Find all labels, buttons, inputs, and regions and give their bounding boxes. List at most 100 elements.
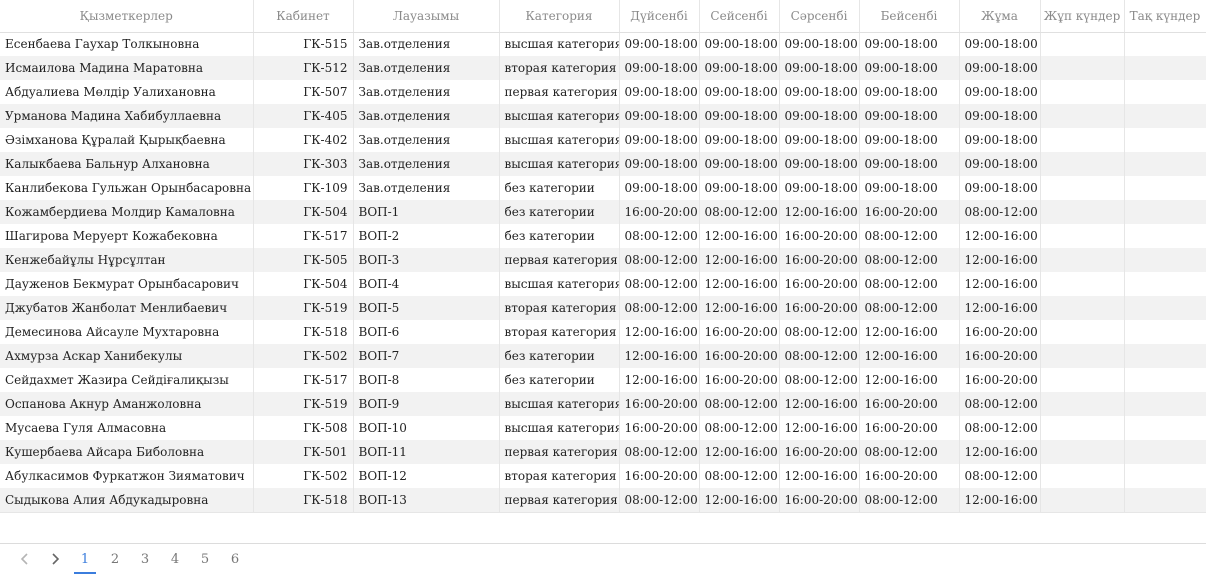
- table-row[interactable]: Урманова Мадина Хабибуллаевна ГК-405 Зав.о…: [0, 104, 1206, 128]
- table-cell: 09:00-18:00: [859, 128, 960, 152]
- table-cell: [1040, 320, 1125, 344]
- table-cell: 08:00-12:00: [619, 296, 700, 320]
- column-header[interactable]: Жұма: [959, 0, 1041, 33]
- column-header[interactable]: Кабинет: [253, 0, 354, 33]
- table-cell: 09:00-18:00: [619, 128, 700, 152]
- prev-page-button[interactable]: [10, 544, 40, 574]
- table-cell: 09:00-18:00: [779, 56, 860, 80]
- table-cell: 16:00-20:00: [619, 200, 700, 224]
- next-page-button[interactable]: [40, 544, 70, 574]
- table-cell: 12:00-16:00: [779, 200, 860, 224]
- table-cell: 08:00-12:00: [779, 368, 860, 392]
- table-cell: ГК-504: [253, 200, 354, 224]
- table-cell: [1124, 104, 1206, 128]
- column-header[interactable]: Категория: [499, 0, 620, 33]
- table-cell: ГК-501: [253, 440, 354, 464]
- table-cell: 09:00-18:00: [699, 104, 780, 128]
- page-number-3[interactable]: 3: [130, 544, 160, 574]
- table-cell: Зав.отделения: [353, 176, 500, 200]
- table-cell: 08:00-12:00: [959, 416, 1041, 440]
- column-header[interactable]: Бейсенбі: [859, 0, 960, 33]
- column-header[interactable]: Дүйсенбі: [619, 0, 700, 33]
- table-cell: 12:00-16:00: [699, 248, 780, 272]
- table-row[interactable]: Кожамбердиева Молдир Камаловна ГК-504 ВОП-…: [0, 200, 1206, 224]
- table-cell: [1124, 32, 1206, 56]
- table-row[interactable]: Абдуалиева Мөлдір Уалихановна ГК-507 Зав.о…: [0, 80, 1206, 104]
- table-cell: Абулкасимов Фуркатжон Зияматович: [0, 464, 254, 488]
- table-cell: ГК-518: [253, 488, 354, 513]
- table-cell: без категории: [499, 368, 620, 392]
- table-row[interactable]: Мусаева Гуля Алмасовна ГК-508 ВОП-10 высшая…: [0, 416, 1206, 440]
- table-cell: ВОП-6: [353, 320, 500, 344]
- page-number-1[interactable]: 1: [70, 544, 100, 574]
- table-cell: [1040, 488, 1125, 513]
- table-cell: 09:00-18:00: [779, 128, 860, 152]
- table-cell: 09:00-18:00: [959, 80, 1041, 104]
- column-header[interactable]: Жұп күндер: [1040, 0, 1125, 33]
- table-cell: 09:00-18:00: [699, 152, 780, 176]
- page-number-6[interactable]: 6: [220, 544, 250, 574]
- table-row[interactable]: Кушербаева Айсара Биболовна ГК-501 ВОП-11 п…: [0, 440, 1206, 464]
- page-number-4[interactable]: 4: [160, 544, 190, 574]
- table-cell: ГК-515: [253, 32, 354, 56]
- table-cell: [1040, 152, 1125, 176]
- page-number-5[interactable]: 5: [190, 544, 220, 574]
- table-cell: без категории: [499, 200, 620, 224]
- table-cell: 16:00-20:00: [859, 416, 960, 440]
- table-cell: 09:00-18:00: [779, 152, 860, 176]
- table-cell: 09:00-18:00: [859, 176, 960, 200]
- table-cell: [1124, 320, 1206, 344]
- table-cell: ГК-517: [253, 368, 354, 392]
- table-cell: вторая категория: [499, 296, 620, 320]
- table-cell: ГК-402: [253, 128, 354, 152]
- table-cell: ГК-504: [253, 272, 354, 296]
- table-row[interactable]: Кенжебайұлы Нұрсұлтан ГК-505 ВОП-3 первая к…: [0, 248, 1206, 272]
- table-cell: 08:00-12:00: [619, 488, 700, 513]
- table-row[interactable]: Калыкбаева Бальнур Алхановна ГК-303 Зав.от…: [0, 152, 1206, 176]
- table-cell: ВОП-1: [353, 200, 500, 224]
- column-header[interactable]: Тақ күндер: [1124, 0, 1206, 33]
- table-cell: [1124, 176, 1206, 200]
- table-row[interactable]: Шагирова Меруерт Кожабековна ГК-517 ВОП-2 б…: [0, 224, 1206, 248]
- table-cell: 09:00-18:00: [959, 128, 1041, 152]
- page-number-2[interactable]: 2: [100, 544, 130, 574]
- table-cell: 16:00-20:00: [619, 416, 700, 440]
- table-row[interactable]: Әзімханова Құралай Қырықбаевна ГК-402 Зав.…: [0, 128, 1206, 152]
- table-cell: Зав.отделения: [353, 32, 500, 56]
- table-row[interactable]: Ахмурза Аскар Ханибекулы ГК-502 ВОП-7 без к…: [0, 344, 1206, 368]
- table-cell: Демесинова Айсауле Мухтаровна: [0, 320, 254, 344]
- table-row[interactable]: Сыдыкова Алия Абдукадыровна ГК-518 ВОП-13 п…: [0, 488, 1206, 513]
- table-cell: 09:00-18:00: [699, 32, 780, 56]
- table-cell: [1124, 392, 1206, 416]
- table-cell: [1040, 128, 1125, 152]
- table-cell: 08:00-12:00: [959, 392, 1041, 416]
- column-header[interactable]: Сәрсенбі: [779, 0, 860, 33]
- table-cell: Әзімханова Құралай Қырықбаевна: [0, 128, 254, 152]
- column-header[interactable]: Лауазымы: [353, 0, 500, 33]
- table-cell: [1040, 56, 1125, 80]
- column-header[interactable]: Сейсенбі: [699, 0, 780, 33]
- table-cell: ГК-519: [253, 296, 354, 320]
- table-row[interactable]: Абулкасимов Фуркатжон Зияматович ГК-502 ВО…: [0, 464, 1206, 488]
- table-row[interactable]: Канлибекова Гульжан Орынбасаровна ГК-109 З…: [0, 176, 1206, 200]
- table-cell: 09:00-18:00: [779, 176, 860, 200]
- table-row[interactable]: Сейдахмет Жазира Сейдіғалиқызы ГК-517 ВОП-…: [0, 368, 1206, 392]
- table-row[interactable]: Джубатов Жанболат Менлибаевич ГК-519 ВОП-5…: [0, 296, 1206, 320]
- table-cell: 08:00-12:00: [619, 272, 700, 296]
- table-row[interactable]: Дауженов Бекмурат Орынбасарович ГК-504 ВОП…: [0, 272, 1206, 296]
- table-cell: 09:00-18:00: [959, 152, 1041, 176]
- column-header[interactable]: Қызметкерлер: [0, 0, 254, 33]
- table-cell: ГК-512: [253, 56, 354, 80]
- table-cell: первая категория: [499, 440, 620, 464]
- table-row[interactable]: Демесинова Айсауле Мухтаровна ГК-518 ВОП-6…: [0, 320, 1206, 344]
- table-cell: 09:00-18:00: [699, 176, 780, 200]
- table-cell: высшая категория: [499, 392, 620, 416]
- table-row[interactable]: Есенбаева Гаухар Толкыновна ГК-515 Зав.отд…: [0, 32, 1206, 56]
- table-cell: Кенжебайұлы Нұрсұлтан: [0, 248, 254, 272]
- table-cell: ВОП-12: [353, 464, 500, 488]
- page-list: 123456: [70, 544, 250, 574]
- table-cell: [1040, 80, 1125, 104]
- table-cell: Ахмурза Аскар Ханибекулы: [0, 344, 254, 368]
- table-row[interactable]: Оспанова Акнур Аманжоловна ГК-519 ВОП-9 выс…: [0, 392, 1206, 416]
- table-row[interactable]: Исмаилова Мадина Маратовна ГК-512 Зав.отде…: [0, 56, 1206, 80]
